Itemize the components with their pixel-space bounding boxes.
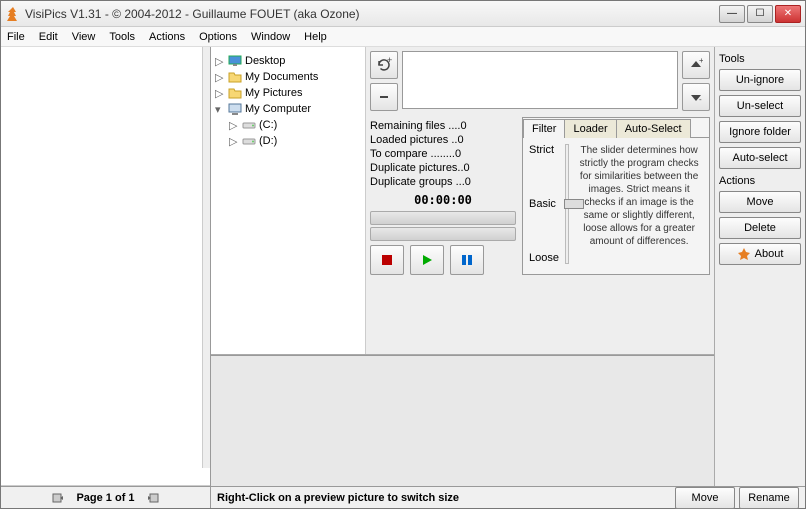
ignore-folder-button[interactable]: Ignore folder: [719, 121, 801, 143]
autoselect-button[interactable]: Auto-select: [719, 147, 801, 169]
tab-loader[interactable]: Loader: [564, 119, 616, 138]
side-toolbar: Tools Un-ignore Un-select Ignore folder …: [715, 47, 805, 486]
expand-icon[interactable]: ▷: [215, 87, 225, 100]
status-hint: Right-Click on a preview picture to swit…: [211, 492, 675, 504]
scrollbar[interactable]: [202, 47, 210, 468]
progress-bar-2: [370, 227, 516, 241]
stop-button[interactable]: [370, 245, 404, 275]
add-folder-button[interactable]: +: [370, 51, 398, 79]
unignore-button[interactable]: Un-ignore: [719, 69, 801, 91]
folder-icon: [228, 86, 242, 100]
stat-remaining: Remaining files ....0: [370, 119, 516, 133]
stats-panel: Remaining files ....0 Loaded pictures ..…: [370, 117, 516, 191]
remove-folder-button[interactable]: [370, 83, 398, 111]
slider-label-basic: Basic: [529, 198, 559, 210]
results-pane: [1, 47, 211, 486]
tree-mypics[interactable]: My Pictures: [245, 87, 302, 99]
menu-window[interactable]: Window: [251, 31, 290, 43]
desktop-icon: [228, 54, 242, 68]
titlebar: VisiPics V1.31 - © 2004-2012 - Guillaume…: [1, 1, 805, 27]
app-icon: [5, 6, 21, 22]
drive-icon: [242, 134, 256, 148]
menu-options[interactable]: Options: [199, 31, 237, 43]
stat-loaded: Loaded pictures ..0: [370, 133, 516, 147]
folder-icon: [228, 70, 242, 84]
svg-text:+: +: [387, 57, 392, 65]
maximize-button[interactable]: ☐: [747, 5, 773, 23]
window-title: VisiPics V1.31 - © 2004-2012 - Guillaume…: [25, 7, 719, 21]
menu-view[interactable]: View: [72, 31, 96, 43]
tree-mydocs[interactable]: My Documents: [245, 71, 318, 83]
expand-icon[interactable]: ▷: [229, 135, 239, 148]
drive-icon: [242, 118, 256, 132]
footer-move-button[interactable]: Move: [675, 487, 735, 509]
progress-bar-1: [370, 211, 516, 225]
tab-autoselect[interactable]: Auto-Select: [616, 119, 691, 138]
menu-edit[interactable]: Edit: [39, 31, 58, 43]
prev-page-icon[interactable]: [52, 491, 66, 505]
stat-duppics: Duplicate pictures..0: [370, 161, 516, 175]
actions-label: Actions: [719, 175, 801, 187]
minimize-button[interactable]: —: [719, 5, 745, 23]
slider-help-text: The slider determines how strictly the p…: [575, 144, 703, 268]
tree-drive-c[interactable]: (C:): [259, 119, 277, 131]
tree-mycomp[interactable]: My Computer: [245, 103, 311, 115]
collapse-icon[interactable]: ▾: [215, 103, 225, 116]
statusbar: Page 1 of 1 Right-Click on a preview pic…: [1, 486, 805, 508]
expand-icon[interactable]: ▷: [215, 71, 225, 84]
move-button[interactable]: Move: [719, 191, 801, 213]
move-down-button[interactable]: -: [682, 83, 710, 111]
move-up-button[interactable]: +: [682, 51, 710, 79]
fox-icon: [737, 247, 751, 261]
expand-icon[interactable]: ▷: [229, 119, 239, 132]
delete-button[interactable]: Delete: [719, 217, 801, 239]
menu-file[interactable]: File: [7, 31, 25, 43]
menubar: File Edit View Tools Actions Options Win…: [1, 27, 805, 47]
unselect-button[interactable]: Un-select: [719, 95, 801, 117]
close-button[interactable]: ✕: [775, 5, 801, 23]
play-button[interactable]: [410, 245, 444, 275]
computer-icon: [228, 102, 242, 116]
tree-drive-d[interactable]: (D:): [259, 135, 277, 147]
preview-area[interactable]: [211, 355, 714, 486]
tab-filter[interactable]: Filter: [523, 119, 565, 138]
folder-list[interactable]: [402, 51, 678, 109]
tree-desktop[interactable]: Desktop: [245, 55, 285, 67]
elapsed-time: 00:00:00: [370, 191, 516, 209]
stat-dupgroups: Duplicate groups ...0: [370, 175, 516, 189]
settings-tabs: Filter Loader Auto-Select Strict Basic L…: [522, 117, 710, 275]
expand-icon[interactable]: ▷: [215, 55, 225, 68]
folder-tree[interactable]: ▷ Desktop ▷ My Documents ▷ My Pictures ▾ My …: [211, 47, 366, 354]
slider-label-strict: Strict: [529, 144, 559, 156]
about-button[interactable]: About: [719, 243, 801, 265]
svg-text:+: +: [699, 58, 703, 65]
page-indicator: Page 1 of 1: [76, 492, 134, 504]
strictness-slider[interactable]: [565, 144, 569, 264]
slider-label-loose: Loose: [529, 252, 559, 264]
menu-actions[interactable]: Actions: [149, 31, 185, 43]
stat-compare: To compare ........0: [370, 147, 516, 161]
slider-thumb[interactable]: [564, 199, 584, 209]
svg-text:-: -: [699, 95, 702, 104]
tools-label: Tools: [719, 53, 801, 65]
next-page-icon[interactable]: [145, 491, 159, 505]
menu-help[interactable]: Help: [304, 31, 327, 43]
menu-tools[interactable]: Tools: [109, 31, 135, 43]
pause-button[interactable]: [450, 245, 484, 275]
footer-rename-button[interactable]: Rename: [739, 487, 799, 509]
